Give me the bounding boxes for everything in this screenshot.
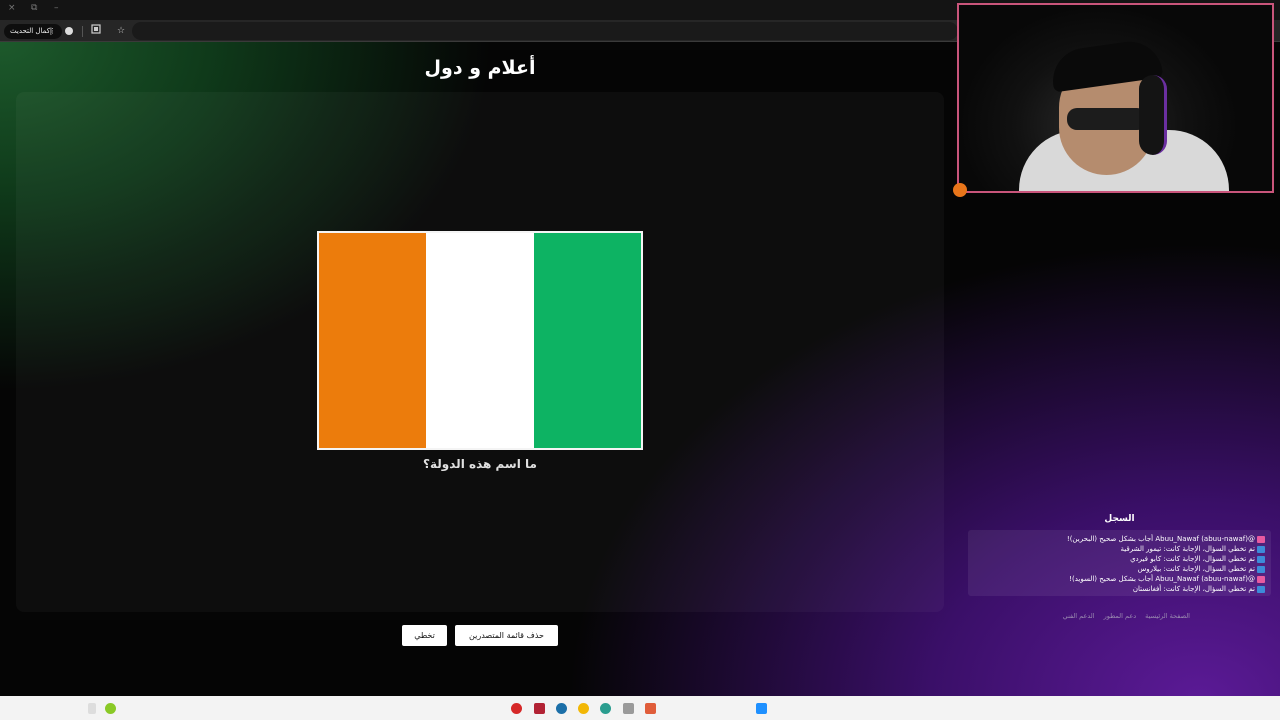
footer-links: الصفحة الرئيسية دعم المطور الدعم الفني	[1040, 612, 1190, 620]
log-entry: ‏@Abuu_Nawaf (abuu-nawaf) أجاب بشكل صحيح…	[974, 534, 1265, 544]
media-player-icon[interactable]	[534, 703, 545, 714]
log-entry-text: تم تخطي السؤال، الإجابة كانت: تيمور الشر…	[1120, 545, 1255, 553]
log-entry-text: تم تخطي السؤال، الإجابة كانت: بيلاروس	[1137, 565, 1255, 573]
windows-start-icon[interactable]	[756, 703, 767, 714]
minimize-window-icon[interactable]: –	[54, 3, 59, 13]
restore-window-icon[interactable]: ⧉	[31, 3, 37, 13]
flag-stripe-left	[319, 233, 427, 448]
update-button-label: إكمال التحديث	[10, 27, 52, 35]
menu-dots-icon: ⋮	[48, 27, 56, 35]
log-title: السجل	[1104, 514, 1135, 524]
log-entry-text: ‏@Abuu_Nawaf (abuu-nawaf) أجاب بشكل صحيح…	[1069, 575, 1255, 583]
footer-link-tech-support[interactable]: الدعم الفني	[1063, 612, 1095, 620]
webcam-person-glasses	[1067, 108, 1147, 130]
bookmark-star-icon[interactable]: ☆	[114, 24, 128, 38]
clear-leaderboard-button[interactable]: حذف قائمة المتصدرين	[455, 625, 558, 646]
country-flag	[317, 231, 643, 450]
skip-icon	[1257, 585, 1265, 593]
log-entry-text: تم تخطي السؤال، الإجابة كانت: أفغانستان	[1132, 585, 1255, 593]
log-entry-text: تم تخطي السؤال، الإجابة كانت: كابو فيردي	[1130, 555, 1255, 563]
skip-icon	[1257, 565, 1265, 573]
footer-link-support-developer[interactable]: دعم المطور	[1104, 612, 1137, 620]
app-icon[interactable]	[645, 703, 656, 714]
flag-stripe-right	[533, 233, 641, 448]
flag-stripe-middle	[426, 233, 534, 448]
chrome-canary-icon[interactable]	[600, 703, 611, 714]
toolbar-divider	[82, 26, 83, 37]
profile-icon[interactable]	[62, 24, 76, 38]
party-icon	[1257, 575, 1265, 583]
extensions-icon[interactable]	[89, 24, 103, 38]
log-entry: تم تخطي السؤال، الإجابة كانت: كابو فيردي	[974, 554, 1265, 564]
skip-button[interactable]: تخطي	[402, 625, 447, 646]
complete-update-button[interactable]: ⋮إكمال التحديث	[4, 24, 62, 39]
screen: { "browser": { "update_button_label": "إ…	[0, 0, 1280, 720]
steam-icon[interactable]	[556, 703, 567, 714]
log-entry: تم تخطي السؤال، الإجابة كانت: تيمور الشر…	[974, 544, 1265, 554]
party-icon	[1257, 535, 1265, 543]
page-title: أعلام و دول	[424, 57, 536, 79]
footer-link-home[interactable]: الصفحة الرئيسية	[1145, 612, 1190, 620]
close-window-icon[interactable]: ×	[8, 3, 16, 13]
record-icon[interactable]	[511, 703, 522, 714]
question-text: ما اسم هذه الدولة؟	[423, 457, 537, 471]
tray-app-icon[interactable]	[105, 703, 116, 714]
log-box: ‏@Abuu_Nawaf (abuu-nawaf) أجاب بشكل صحيح…	[968, 530, 1271, 596]
webcam-feed	[957, 3, 1274, 193]
log-entry: ‏@Abuu_Nawaf (abuu-nawaf) أجاب بشكل صحيح…	[974, 574, 1265, 584]
tray-mic-icon[interactable]	[88, 703, 96, 714]
headset-icon	[1139, 75, 1167, 155]
address-bar[interactable]	[132, 22, 958, 40]
folder-icon[interactable]	[623, 703, 634, 714]
log-entry: تم تخطي السؤال، الإجابة كانت: بيلاروس	[974, 564, 1265, 574]
skip-icon	[1257, 545, 1265, 553]
webcam-badge-icon	[953, 183, 967, 197]
skip-icon	[1257, 555, 1265, 563]
log-entry-text: ‏@Abuu_Nawaf (abuu-nawaf) أجاب بشكل صحيح…	[1066, 535, 1255, 543]
chrome-icon[interactable]	[578, 703, 589, 714]
taskbar	[0, 696, 1280, 720]
log-entry: تم تخطي السؤال، الإجابة كانت: أفغانستان	[974, 584, 1265, 594]
